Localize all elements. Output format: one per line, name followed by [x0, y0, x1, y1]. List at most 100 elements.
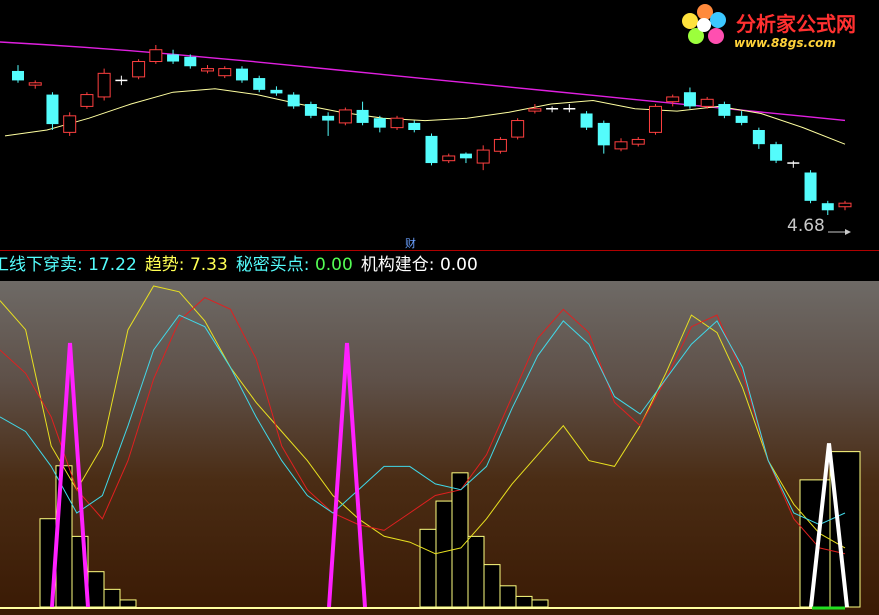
candle-body: [493, 138, 507, 152]
candle: [476, 145, 490, 171]
price-arrow-head: [845, 229, 851, 235]
candle: [838, 200, 852, 211]
candle-body: [287, 94, 300, 107]
panel-separator[interactable]: [0, 250, 879, 251]
candle: [631, 137, 645, 147]
candle: [442, 153, 456, 164]
candle-body: [718, 104, 731, 116]
candle-body: [614, 141, 628, 150]
candle-body: [476, 149, 490, 164]
candle: [563, 104, 576, 113]
candle-body: [648, 105, 662, 133]
ma-long-line: [0, 41, 846, 122]
candle: [46, 92, 59, 130]
candle-body: [28, 82, 42, 86]
info-label: 工线下穿卖:: [0, 255, 89, 275]
candle: [80, 92, 94, 109]
candle-body: [167, 54, 180, 62]
candle-body: [666, 96, 680, 103]
candle-body: [149, 49, 163, 63]
candle-body: [631, 138, 645, 145]
candle: [373, 115, 386, 133]
candle: [63, 112, 77, 136]
candle-body: [12, 70, 24, 81]
volume-bar: [531, 599, 549, 608]
candle-body: [97, 72, 111, 98]
candle-body: [356, 109, 369, 123]
candle: [459, 152, 472, 164]
candle-body: [425, 135, 438, 164]
candle: [97, 68, 111, 101]
candle-body: [218, 68, 232, 77]
candle: [425, 133, 438, 166]
candle-body: [838, 202, 852, 208]
candle: [546, 106, 559, 113]
candle: [132, 59, 146, 80]
candle-body: [442, 155, 456, 162]
candle-body: [528, 108, 542, 112]
candle: [322, 112, 335, 136]
candle-body: [63, 115, 77, 133]
volume-bar: [515, 595, 533, 608]
candle-body: [80, 94, 94, 107]
candle-body: [132, 61, 146, 78]
brand-name: 分析家公式网: [736, 12, 856, 36]
volume-bar: [119, 599, 137, 608]
info-label: 机构建仓:: [360, 255, 440, 275]
candle: [528, 104, 542, 114]
candle: [493, 137, 507, 154]
candle-body: [235, 68, 248, 81]
candle-body: [201, 68, 215, 72]
candle-body: [821, 203, 834, 211]
candle: [770, 141, 783, 164]
candle: [115, 75, 128, 86]
indicator-chart[interactable]: [0, 281, 879, 615]
candle-body: [511, 120, 525, 138]
info-value: 17.22: [88, 255, 137, 275]
brand-logo: 分析家公式网 www.88gs.com: [676, 0, 876, 52]
candle: [648, 104, 662, 135]
candle: [390, 115, 404, 130]
candle: [580, 111, 593, 130]
candle: [683, 87, 696, 109]
candle: [666, 94, 680, 107]
candle: [28, 80, 42, 89]
info-item: 秘密买点: 0.00: [236, 252, 353, 278]
candle: [149, 45, 163, 64]
candle: [12, 65, 24, 83]
candle-body: [752, 130, 765, 145]
volume-bar: [499, 585, 517, 608]
candle: [821, 200, 834, 215]
volume-bar: [87, 571, 105, 608]
volume-bar: [103, 588, 121, 608]
volume-bar: [419, 528, 437, 608]
candle-body: [184, 56, 197, 67]
candle: [511, 118, 525, 140]
volume-bar: [435, 500, 453, 608]
candle: [201, 65, 215, 74]
info-value: 7.33: [189, 255, 228, 275]
indicator-info-bar: 工线下穿卖: 17.22 趋势: 7.33 秘密买点: 0.00 机构建仓: 0.00: [0, 252, 879, 280]
signal-spike: [327, 342, 367, 608]
info-label: 趋势:: [144, 255, 190, 275]
candle: [752, 127, 765, 149]
candle: [735, 111, 748, 126]
candle-body: [390, 117, 404, 129]
candle: [270, 86, 283, 96]
candle: [167, 49, 180, 64]
candle: [787, 160, 800, 168]
candle-body: [597, 122, 610, 146]
brand-url: www.88gs.com: [734, 36, 836, 50]
candle-body: [322, 115, 335, 121]
indicator-panel[interactable]: [0, 281, 879, 615]
candle: [235, 66, 248, 83]
candle: [614, 138, 628, 152]
candle-body: [270, 89, 283, 94]
price-chart-panel[interactable]: 分析家公式网 www.88gs.com 4.68 财: [0, 0, 879, 250]
candle: [338, 107, 352, 126]
candle: [356, 101, 369, 126]
candle: [718, 101, 731, 119]
candle-body: [408, 122, 421, 130]
finance-marker[interactable]: 财: [405, 235, 416, 251]
cyan-line: [0, 314, 846, 526]
